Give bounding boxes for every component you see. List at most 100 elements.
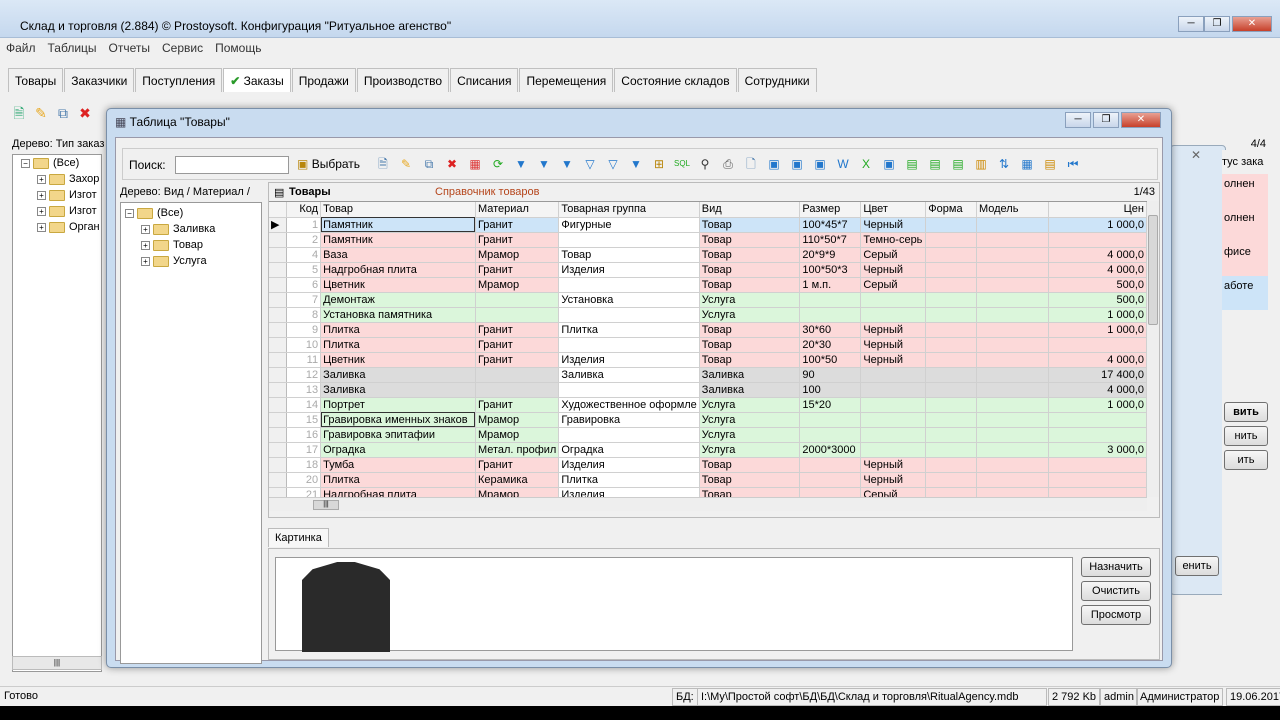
cell-code[interactable]: 5 (286, 262, 322, 278)
cell-model[interactable] (976, 232, 1050, 248)
cell-name[interactable]: Надгробная плита (320, 487, 476, 497)
cell-model[interactable] (976, 382, 1050, 398)
cell-model[interactable] (976, 397, 1050, 413)
cell-form[interactable] (925, 352, 977, 368)
cell-group[interactable] (558, 427, 700, 443)
delete-icon[interactable]: ✖ (76, 104, 94, 122)
cell-material[interactable]: Гранит (475, 322, 560, 338)
print-icon[interactable]: ⎙ (718, 155, 738, 173)
orders-cell[interactable]: олнен (1222, 174, 1268, 208)
dialog-maximize-button[interactable]: ❐ (1093, 112, 1119, 128)
cell-code[interactable]: 7 (286, 292, 322, 308)
cell-model[interactable] (976, 292, 1050, 308)
cell-form[interactable] (925, 442, 977, 458)
cell-color[interactable]: Черный (860, 337, 927, 353)
cell-price[interactable]: 1 000,0 (1048, 322, 1147, 338)
orders-cell[interactable]: фисе (1222, 242, 1268, 276)
cell-name[interactable]: Надгробная плита (320, 262, 476, 278)
cell-form[interactable] (925, 292, 977, 308)
cell-type[interactable]: Товар (699, 487, 801, 497)
cell-group[interactable]: Плитка (558, 472, 700, 488)
export-html-icon[interactable]: ▣ (787, 155, 807, 173)
cell-type[interactable]: Заливка (699, 382, 801, 398)
cell-color[interactable]: Серый (860, 487, 927, 497)
menu-tables[interactable]: Таблицы (42, 39, 103, 57)
cell-material[interactable]: Мрамор (475, 427, 560, 443)
cell-material[interactable] (475, 367, 560, 383)
orders-button[interactable]: вить (1224, 402, 1268, 422)
tab-4[interactable]: Продажи (291, 68, 356, 92)
cell-price[interactable] (1048, 412, 1147, 428)
cell-name[interactable]: Гравировка эпитафии (320, 427, 476, 443)
cell-name[interactable]: Портрет (320, 397, 476, 413)
table-row[interactable]: 21 Надгробная плита Мрамор Изделия Товар Серы… (269, 487, 1147, 497)
cell-model[interactable] (976, 262, 1050, 278)
columns-icon[interactable]: ▦ (1017, 155, 1037, 173)
column-header[interactable]: Материал (475, 202, 560, 218)
cell-size[interactable]: 1 м.п. (799, 277, 862, 293)
clear-button[interactable]: Очистить (1081, 581, 1151, 601)
table-row[interactable]: 6 Цветник Мрамор Товар 1 м.п. Серый 500,0 (269, 277, 1147, 293)
cell-size[interactable]: 20*9*9 (799, 247, 862, 263)
cell-size[interactable] (799, 307, 862, 323)
tree-item[interactable]: + Изгот (13, 187, 101, 203)
menu-reports[interactable]: Отчеты (103, 39, 156, 57)
add-icon[interactable]: 🗎 (10, 104, 28, 122)
sort-icon[interactable]: ⇅ (994, 155, 1014, 173)
cell-price[interactable] (1048, 232, 1147, 248)
cell-code[interactable]: 20 (286, 472, 322, 488)
orders-cell[interactable]: аботе (1222, 276, 1268, 310)
column-header[interactable]: Товар (320, 202, 476, 218)
cell-group[interactable] (558, 337, 700, 353)
cell-name[interactable]: Тумба (320, 457, 476, 473)
refresh-icon[interactable]: ⟳ (488, 155, 508, 173)
cell-form[interactable] (925, 457, 977, 473)
cell-code[interactable]: 12 (286, 367, 322, 383)
cell-model[interactable] (976, 367, 1050, 383)
cell-material[interactable]: Гранит (475, 337, 560, 353)
cell-color[interactable] (860, 397, 927, 413)
cell-model[interactable] (976, 442, 1050, 458)
cell-form[interactable] (925, 397, 977, 413)
cell-color[interactable] (860, 307, 927, 323)
cell-type[interactable]: Товар (699, 472, 801, 488)
cell-material[interactable]: Мрамор (475, 487, 560, 497)
cell-code[interactable]: 10 (286, 337, 322, 353)
cell-material[interactable]: Гранит (475, 217, 560, 233)
cell-form[interactable] (925, 217, 977, 233)
cell-color[interactable]: Темно-серь (860, 232, 927, 248)
cell-size[interactable] (799, 292, 862, 308)
cell-type[interactable]: Товар (699, 277, 801, 293)
cell-group[interactable]: Оградка (558, 442, 700, 458)
export-excel-icon[interactable]: X (856, 155, 876, 173)
cell-name[interactable]: Заливка (320, 382, 476, 398)
cell-name[interactable]: Памятник (320, 232, 476, 248)
tab-picture[interactable]: Картинка (268, 528, 329, 547)
cell-code[interactable]: 8 (286, 307, 322, 323)
cell-material[interactable]: Мрамор (475, 247, 560, 263)
orders-button[interactable]: ить (1224, 450, 1268, 470)
cell-price[interactable]: 1 000,0 (1048, 307, 1147, 323)
orders-tree-scrollbar[interactable]: ||| (12, 656, 102, 670)
grid-vertical-scrollbar[interactable] (1147, 201, 1159, 497)
cell-type[interactable]: Товар (699, 457, 801, 473)
column-header[interactable]: Вид (699, 202, 801, 218)
tree-item[interactable]: + Орган (13, 219, 101, 235)
filter-icon[interactable]: ▼ (511, 155, 531, 173)
cell-model[interactable] (976, 412, 1050, 428)
cell-group[interactable]: Изделия (558, 352, 700, 368)
search-input[interactable] (175, 156, 289, 174)
cell-type[interactable]: Услуга (699, 397, 801, 413)
cell-code[interactable]: 1 (286, 217, 322, 233)
cell-code[interactable]: 11 (286, 352, 322, 368)
tree-icon[interactable]: ⊞ (649, 155, 669, 173)
cell-price[interactable]: 1 000,0 (1048, 397, 1147, 413)
filter-clear-icon[interactable]: ▼ (557, 155, 577, 173)
cell-color[interactable] (860, 382, 927, 398)
cell-type[interactable]: Услуга (699, 307, 801, 323)
table-row[interactable]: 14 Портрет Гранит Художественное оформле Усл… (269, 397, 1147, 413)
export-xml-icon[interactable]: ▣ (810, 155, 830, 173)
cell-price[interactable]: 4 000,0 (1048, 262, 1147, 278)
cell-material[interactable]: Мрамор (475, 412, 560, 428)
delete-icon[interactable]: ✖ (442, 155, 462, 173)
